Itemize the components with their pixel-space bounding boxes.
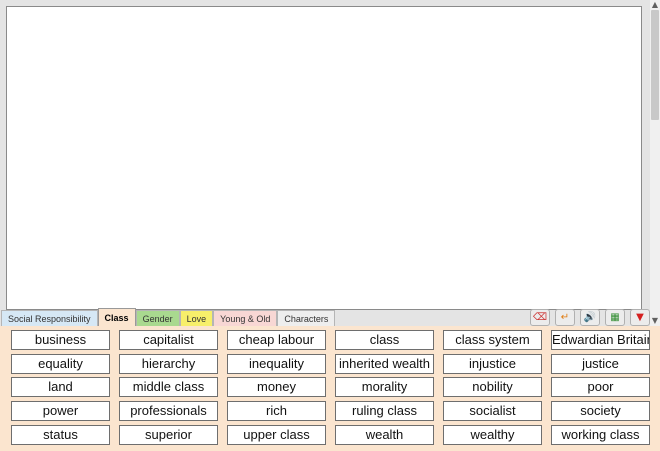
word-button[interactable]: business <box>11 330 110 350</box>
word-button[interactable]: working class <box>551 424 650 445</box>
tab-class[interactable]: Class <box>97 308 136 326</box>
vertical-scrollbar[interactable]: ▲ ▼ <box>650 0 660 326</box>
word-button[interactable]: poor <box>551 377 650 398</box>
word-button[interactable]: morality <box>335 377 434 398</box>
word-button[interactable]: professionals <box>119 401 218 422</box>
keyboard-icon[interactable]: ▦ <box>605 309 625 326</box>
word-button[interactable]: wealthy <box>443 424 542 445</box>
word-button[interactable]: wealth <box>335 424 434 445</box>
scroll-thumb[interactable] <box>651 10 659 120</box>
word-button[interactable]: land <box>11 377 110 398</box>
word-button[interactable]: cheap labour <box>227 330 326 350</box>
speak-icon[interactable]: 🔊 <box>580 309 600 326</box>
category-tabs: Social Responsibility Class Gender Love Youn… <box>1 308 336 326</box>
backspace-icon-glyph: ⌫ <box>532 312 548 323</box>
word-button[interactable]: superior <box>119 424 218 445</box>
word-panel: business capitalist cheap labour class class… <box>0 326 660 451</box>
word-button[interactable]: hierarchy <box>119 353 218 374</box>
collapse-icon-glyph: ▼ <box>636 312 644 323</box>
word-button[interactable]: equality <box>11 353 110 374</box>
keyboard-icon-glyph: ▦ <box>610 312 620 323</box>
word-button[interactable]: nobility <box>443 377 542 398</box>
word-button[interactable]: rich <box>227 401 326 422</box>
word-button[interactable]: status <box>11 424 110 445</box>
tab-gender[interactable]: Gender <box>135 310 180 326</box>
word-button[interactable]: capitalist <box>119 330 218 350</box>
speak-icon-glyph: 🔊 <box>583 312 597 323</box>
enter-icon[interactable]: ↵ <box>555 309 575 326</box>
tab-young-old[interactable]: Young & Old <box>213 310 278 326</box>
text-editor[interactable] <box>6 6 642 310</box>
word-button[interactable]: money <box>227 377 326 398</box>
word-button[interactable]: society <box>551 401 650 422</box>
word-button[interactable]: justice <box>551 353 650 374</box>
word-button[interactable]: power <box>11 401 110 422</box>
backspace-icon[interactable]: ⌫ <box>530 309 550 326</box>
word-button[interactable]: class system <box>443 330 542 350</box>
scroll-up-icon[interactable]: ▲ <box>650 0 660 10</box>
word-button[interactable]: inequality <box>227 353 326 374</box>
editor-frame <box>0 0 650 326</box>
scroll-down-icon[interactable]: ▼ <box>650 316 660 326</box>
word-button[interactable]: socialist <box>443 401 542 422</box>
word-button[interactable]: Edwardian Britain <box>551 330 650 350</box>
tab-social-responsibility[interactable]: Social Responsibility <box>1 310 98 326</box>
word-button[interactable]: injustice <box>443 353 542 374</box>
word-grid: business capitalist cheap labour class class… <box>11 330 650 445</box>
word-button[interactable]: ruling class <box>335 401 434 422</box>
tab-love[interactable]: Love <box>179 310 214 326</box>
enter-icon-glyph: ↵ <box>560 312 570 323</box>
toolbar: ⌫ ↵ 🔊 ▦ ▼ <box>530 309 650 326</box>
word-button[interactable]: inherited wealth <box>335 353 434 374</box>
tab-characters[interactable]: Characters <box>277 310 336 326</box>
word-button[interactable]: upper class <box>227 424 326 445</box>
word-button[interactable]: class <box>335 330 434 350</box>
collapse-icon[interactable]: ▼ <box>630 309 650 326</box>
word-button[interactable]: middle class <box>119 377 218 398</box>
